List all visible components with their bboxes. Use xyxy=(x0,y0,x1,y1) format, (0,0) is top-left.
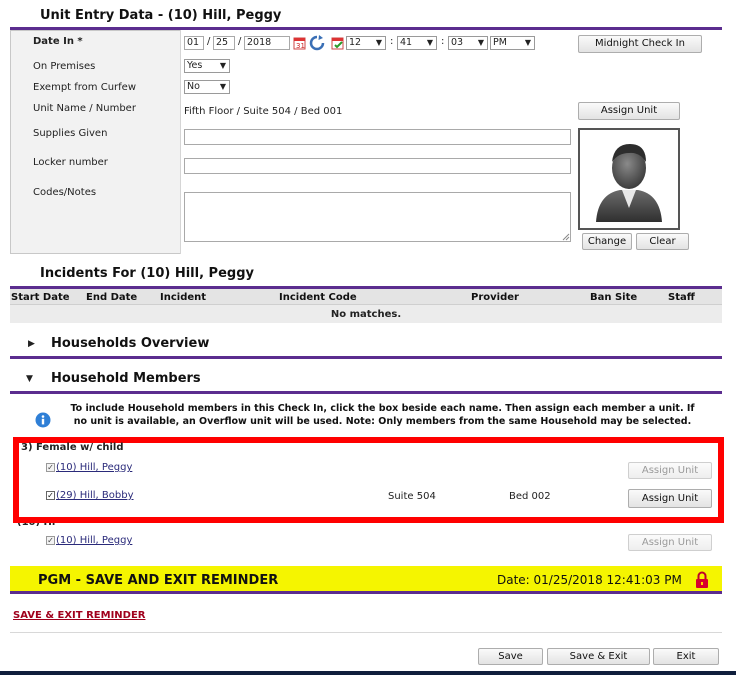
on-premises-label: On Premises xyxy=(33,61,96,72)
reminder-date: Date: 01/25/2018 12:41:03 PM xyxy=(497,573,682,587)
chevron-down-icon: ▼ xyxy=(477,38,484,47)
member-assign-unit-button[interactable]: Assign Unit xyxy=(628,534,712,551)
change-photo-button[interactable]: Change xyxy=(582,233,632,250)
household-group-label: 3) Female w/ child xyxy=(21,442,124,453)
chevron-down-icon: ▼ xyxy=(375,38,382,47)
col-incident-code[interactable]: Incident Code xyxy=(279,292,357,303)
lock-icon xyxy=(695,571,709,589)
refresh-icon[interactable] xyxy=(309,35,325,51)
avatar xyxy=(578,128,680,230)
exempt-curfew-label: Exempt from Curfew xyxy=(33,82,137,93)
svg-text:31: 31 xyxy=(296,42,305,50)
households-overview-title[interactable]: Households Overview xyxy=(51,336,209,351)
date-month-input[interactable]: 01 xyxy=(184,36,204,50)
collapsed-triangle-icon[interactable]: ▶ xyxy=(28,339,35,349)
member-unit-value: Suite 504 xyxy=(388,491,436,502)
time-sep-2: : xyxy=(441,36,445,47)
second-value: 03 xyxy=(451,37,464,48)
member-checkbox[interactable]: ✓ xyxy=(46,491,55,500)
locker-number-input[interactable] xyxy=(184,158,571,174)
household-group2-label: (10) Hi xyxy=(17,523,77,526)
date-sep-1: / xyxy=(207,36,211,47)
chevron-down-icon: ▼ xyxy=(219,61,226,70)
date-year-input[interactable]: 2018 xyxy=(244,36,290,50)
on-premises-select[interactable]: Yes ▼ xyxy=(184,59,230,73)
hour-value: 12 xyxy=(349,37,362,48)
info-icon xyxy=(35,412,51,428)
household-members-title[interactable]: Household Members xyxy=(51,371,201,386)
col-incident[interactable]: Incident xyxy=(160,292,206,303)
midnight-check-in-button[interactable]: Midnight Check In xyxy=(578,35,702,53)
save-button[interactable]: Save xyxy=(478,648,543,665)
member-checkbox[interactable]: ✓ xyxy=(46,463,55,472)
bottom-edge-bar xyxy=(0,671,736,675)
households-overview-divider xyxy=(10,356,722,359)
member-assign-unit-button[interactable]: Assign Unit xyxy=(628,462,712,479)
assign-unit-button[interactable]: Assign Unit xyxy=(578,102,680,120)
member-name-link[interactable]: (29) Hill, Bobby xyxy=(56,490,134,501)
hour-select[interactable]: 12 ▼ xyxy=(346,36,386,50)
unit-name-label: Unit Name / Number xyxy=(33,103,136,114)
chevron-down-icon: ▼ xyxy=(219,82,226,91)
member-assign-unit-button[interactable]: Assign Unit xyxy=(628,489,712,508)
col-start-date[interactable]: Start Date xyxy=(11,292,70,303)
member-name-link[interactable]: (10) Hill, Peggy xyxy=(56,535,132,546)
date-sep-2: / xyxy=(238,36,242,47)
exit-button[interactable]: Exit xyxy=(653,648,719,665)
date-in-label: Date In * xyxy=(33,36,83,47)
member-name-link[interactable]: (10) Hill, Peggy xyxy=(56,462,132,473)
chevron-down-icon: ▼ xyxy=(426,38,433,47)
household-members-divider xyxy=(10,391,722,394)
resize-handle-icon[interactable] xyxy=(562,233,570,241)
incidents-empty-text: No matches. xyxy=(330,309,402,320)
ampm-value: PM xyxy=(493,37,507,48)
incidents-title: Incidents For (10) Hill, Peggy xyxy=(40,266,254,281)
exempt-curfew-value: No xyxy=(187,81,200,92)
unit-entry-title: Unit Entry Data - (10) Hill, Peggy xyxy=(40,8,282,23)
member-bed-value: Bed 002 xyxy=(509,491,551,502)
supplies-given-label: Supplies Given xyxy=(33,128,108,139)
clear-photo-button[interactable]: Clear xyxy=(636,233,689,250)
calendar-check-icon[interactable] xyxy=(331,36,345,50)
household-info-text: To include Household members in this Che… xyxy=(70,403,695,427)
calendar-icon[interactable]: 31 xyxy=(293,36,307,50)
ampm-select[interactable]: PM ▼ xyxy=(490,36,535,50)
codes-notes-textarea[interactable] xyxy=(184,192,571,242)
save-exit-reminder-link[interactable]: SAVE & EXIT REMINDER xyxy=(13,610,146,621)
footer-divider xyxy=(10,632,722,633)
unit-name-value: Fifth Floor / Suite 504 / Bed 001 xyxy=(184,106,343,117)
codes-notes-label: Codes/Notes xyxy=(33,187,97,198)
exempt-curfew-select[interactable]: No ▼ xyxy=(184,80,230,94)
reminder-title: PGM - SAVE AND EXIT REMINDER xyxy=(38,573,279,588)
date-day-input[interactable]: 25 xyxy=(213,36,235,50)
col-staff[interactable]: Staff xyxy=(668,292,695,303)
second-select[interactable]: 03 ▼ xyxy=(448,36,488,50)
time-sep-1: : xyxy=(390,36,394,47)
col-end-date[interactable]: End Date xyxy=(86,292,137,303)
supplies-given-input[interactable] xyxy=(184,129,571,145)
chevron-down-icon: ▼ xyxy=(524,38,531,47)
locker-number-label: Locker number xyxy=(33,157,108,168)
minute-select[interactable]: 41 ▼ xyxy=(397,36,437,50)
col-ban-site[interactable]: Ban Site xyxy=(590,292,637,303)
on-premises-value: Yes xyxy=(187,60,203,71)
expanded-triangle-icon[interactable]: ▼ xyxy=(26,374,33,384)
person-silhouette-icon xyxy=(596,144,662,222)
member-checkbox[interactable]: ✓ xyxy=(46,536,55,545)
col-provider[interactable]: Provider xyxy=(471,292,519,303)
save-and-exit-button[interactable]: Save & Exit xyxy=(547,648,650,665)
minute-value: 41 xyxy=(400,37,413,48)
